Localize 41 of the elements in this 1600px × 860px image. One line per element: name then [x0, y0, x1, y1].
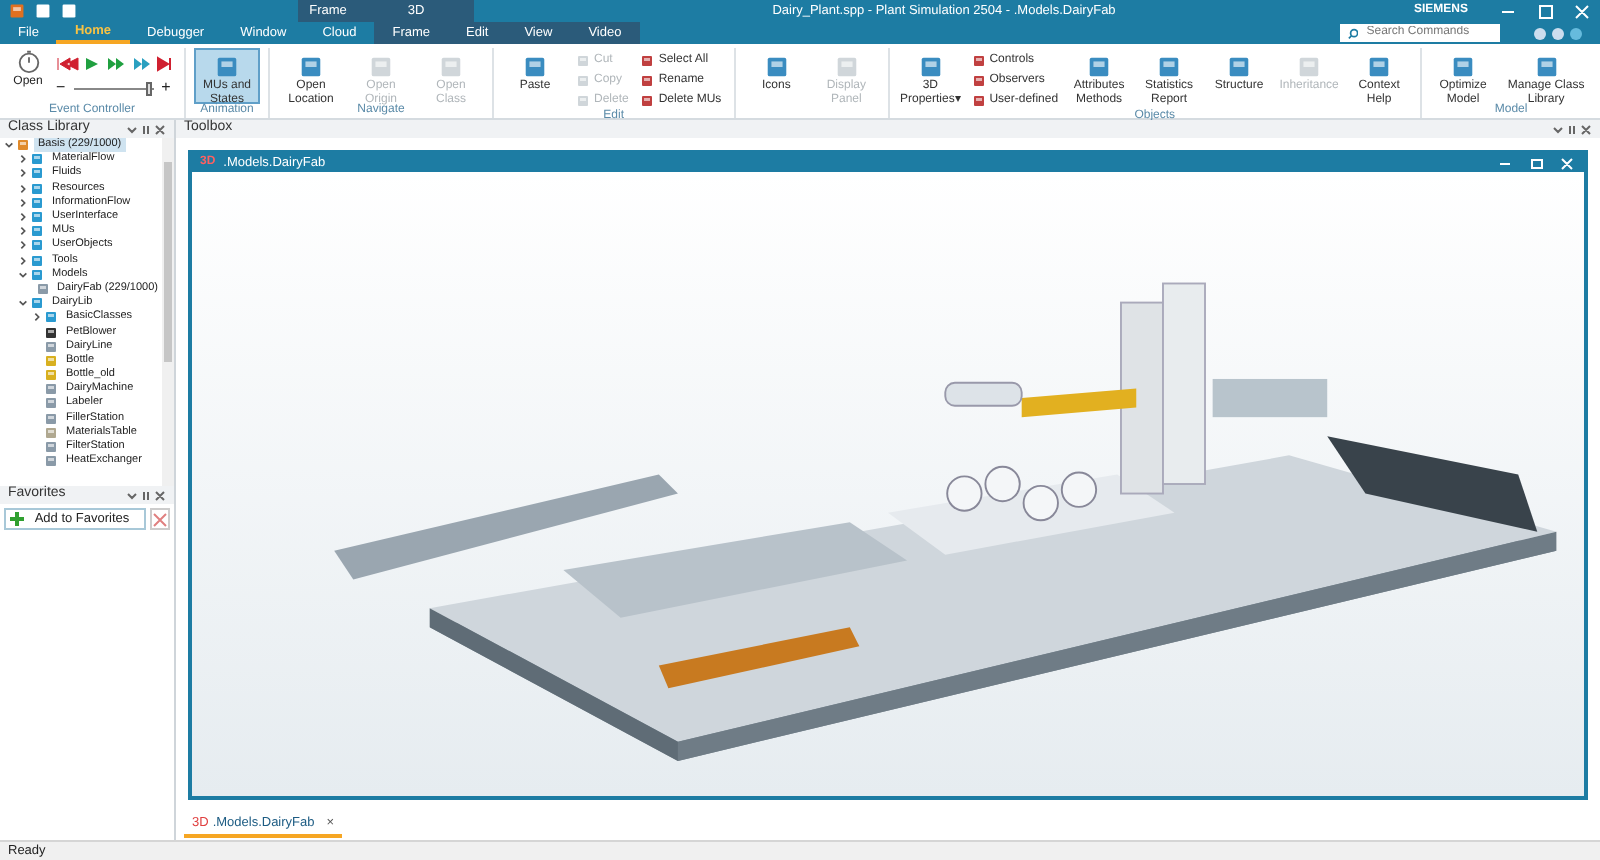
scrollbar[interactable]: [162, 138, 174, 486]
window-controls-icon[interactable]: [1496, 157, 1576, 169]
ribbon-icon: [1366, 54, 1393, 80]
chevron-right-icon[interactable]: [18, 154, 28, 165]
ribbon-icon: [1533, 54, 1560, 80]
chevron-right-icon[interactable]: [18, 212, 28, 223]
ribbon-icon: [763, 54, 790, 80]
ribbon-icon: [368, 54, 394, 80]
ribbon-icon: [833, 54, 860, 80]
slider-thumb[interactable]: [145, 81, 152, 95]
chevron-down-icon[interactable]: [18, 298, 28, 309]
ribbon-icon: [917, 54, 944, 80]
chevron-right-icon[interactable]: [32, 312, 42, 323]
chevron-right-icon[interactable]: [18, 226, 28, 237]
app-icon: [8, 2, 26, 20]
chevron-right-icon[interactable]: [18, 255, 28, 266]
playback-controls-icon[interactable]: [56, 56, 176, 72]
chevron-down-icon[interactable]: [18, 269, 28, 280]
close-icon[interactable]: [150, 508, 170, 530]
chevron-right-icon[interactable]: [18, 183, 28, 194]
ribbon-icon: [522, 54, 548, 80]
panel-controls-icon[interactable]: [126, 489, 166, 501]
chevron-right-icon[interactable]: [18, 197, 28, 208]
chevron-right-icon[interactable]: [18, 240, 28, 251]
ribbon-icon: [1450, 54, 1477, 80]
search-icon: [1348, 27, 1359, 39]
panel-controls-icon[interactable]: [126, 123, 166, 135]
slider-plus[interactable]: +: [161, 80, 171, 96]
chevron-right-icon[interactable]: [18, 168, 28, 179]
ribbon-icon: [438, 54, 464, 80]
ribbon-icon: [214, 54, 240, 80]
ribbon-icon: [298, 54, 324, 80]
class-icon: [35, 281, 50, 296]
ribbon-icon: [1296, 54, 1323, 80]
slider-minus[interactable]: −: [56, 80, 66, 96]
panel-controls-icon[interactable]: [1552, 123, 1592, 135]
chevron-down-icon[interactable]: [4, 140, 14, 151]
plus-icon: [10, 512, 24, 526]
ribbon-icon: [1156, 54, 1183, 80]
ribbon-icon: [1086, 54, 1113, 80]
ribbon-icon: [1226, 54, 1253, 80]
